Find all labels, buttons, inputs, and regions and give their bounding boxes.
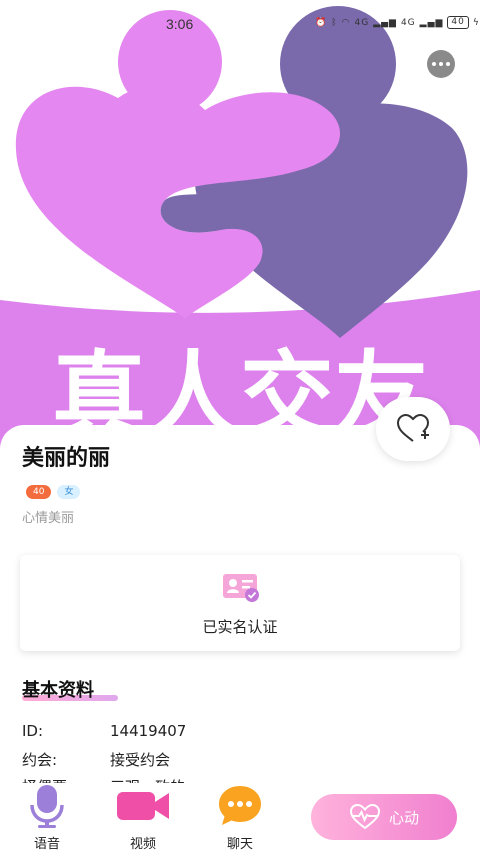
signal-icon: ▂▄▆ — [373, 17, 397, 28]
more-dot-icon — [446, 62, 450, 66]
info-row-dating: 约会: 接受约会 — [22, 749, 170, 770]
profile-tags: 40 女 — [26, 485, 81, 499]
charging-icon: ϟ — [472, 17, 480, 28]
age-badge: 40 — [26, 485, 52, 499]
chat-bubble-icon — [219, 786, 261, 825]
heart-add-icon — [396, 413, 430, 442]
info-key: 约会: — [22, 751, 58, 769]
bluetooth-icon: ᛒ — [331, 17, 338, 28]
video-call-button[interactable]: 视频 — [113, 783, 173, 852]
heartbeat-label: 心动 — [388, 808, 419, 827]
gender-badge: 女 — [57, 485, 81, 499]
like-button[interactable] — [376, 397, 450, 461]
chat-label: 聊天 — [226, 837, 253, 852]
chat-button[interactable]: 聊天 — [210, 783, 270, 852]
heartbeat-icon — [349, 804, 380, 830]
profile-name: 美丽的丽 — [22, 446, 111, 471]
status-time: 3:06 — [166, 16, 194, 32]
more-dot-icon — [432, 62, 436, 66]
verification-label: 已实名认证 — [202, 618, 278, 636]
more-options-button[interactable] — [427, 50, 455, 78]
signal-right-label: 4G — [400, 17, 416, 28]
video-camera-icon — [117, 792, 169, 820]
voice-call-button[interactable]: 语音 — [17, 783, 77, 852]
more-dot-icon — [439, 62, 443, 66]
id-card-verified-icon — [223, 574, 259, 602]
video-label: 视频 — [129, 837, 156, 852]
microphone-icon — [30, 785, 64, 828]
status-bar: 3:06 ⏰ ᛒ ◠ 4G ▂▄▆ 4G ▂▄▆ 40 ϟ — [0, 0, 480, 44]
info-value: 接受约会 — [110, 751, 171, 769]
info-row-id: ID: 14419407 — [22, 722, 186, 740]
voice-label: 语音 — [33, 837, 60, 852]
status-icons: ⏰ ᛒ ◠ 4G ▂▄▆ 4G ▂▄▆ 40 ϟ — [315, 16, 480, 29]
alarm-icon: ⏰ — [315, 17, 328, 28]
signal-left-label: 4G — [354, 17, 370, 28]
wifi-icon: ◠ — [341, 17, 351, 28]
verification-card: 已实名认证 — [20, 555, 460, 651]
mood-text: 心情美丽 — [22, 511, 75, 526]
battery-icon: 40 — [447, 16, 469, 29]
info-key: ID: — [22, 722, 44, 740]
info-value: 14419407 — [110, 722, 187, 740]
basic-info-title: 基本资料 — [22, 680, 94, 701]
heartbeat-button[interactable]: 心动 — [311, 794, 457, 840]
signal-icon-2: ▂▄▆ — [419, 17, 444, 28]
